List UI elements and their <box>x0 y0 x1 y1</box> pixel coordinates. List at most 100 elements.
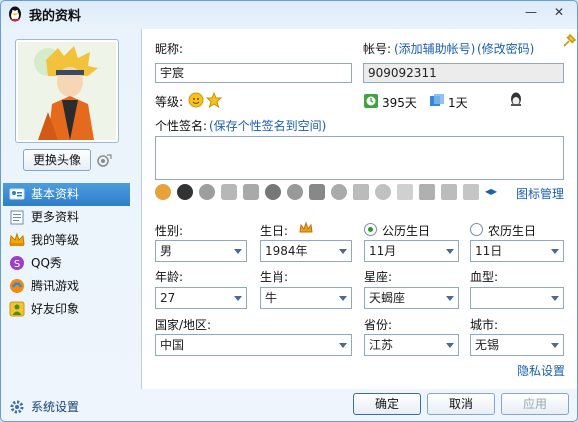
svg-text:S: S <box>14 259 20 270</box>
country-select[interactable]: 中国 <box>155 334 352 356</box>
icon-manage-link[interactable]: 图标管理 <box>516 185 564 202</box>
qq-robot-icon <box>508 91 524 107</box>
constellation-select[interactable]: 天蝎座 <box>364 287 459 309</box>
close-button[interactable]: ✕ <box>551 4 567 20</box>
title-bar: 我的资料 — ✕ <box>1 1 577 29</box>
nav-item-tencent-games[interactable]: 腾讯游戏 <box>3 275 130 298</box>
chevron-down-icon <box>446 343 454 348</box>
chevron-down-icon <box>551 296 559 301</box>
age-select[interactable]: 27 <box>155 287 247 309</box>
scroll-arrows-icon[interactable]: ◂▸ <box>485 184 497 198</box>
chevron-down-icon <box>234 249 242 254</box>
nav-label: 基本资料 <box>31 187 80 201</box>
qq-icon[interactable] <box>177 184 193 200</box>
zodiac-select[interactable]: 牛 <box>260 287 352 309</box>
active-days-icon <box>363 93 379 109</box>
profile-content: 昵称: 帐号: (添加辅助帐号) (修改密码) 宇宸 909092311 等级:… <box>141 29 577 389</box>
constellation-label: 星座: <box>364 270 393 284</box>
city-select[interactable]: 无锡 <box>470 334 564 356</box>
nickname-input[interactable]: 宇宸 <box>155 63 352 83</box>
friend-impression-icon <box>9 301 25 317</box>
nav-item-qq-show[interactable]: S QQ秀 <box>3 252 130 275</box>
mail-icon[interactable] <box>397 184 413 200</box>
account-label: 帐号: <box>363 42 392 56</box>
chevron-down-icon <box>339 343 347 348</box>
penguin-icon[interactable] <box>265 184 281 200</box>
star-level-icon <box>205 91 223 109</box>
active-days: 395天 <box>382 96 417 110</box>
chevron-down-icon <box>446 249 454 254</box>
blood-type-label: 血型: <box>470 270 499 284</box>
chevron-down-icon <box>339 249 347 254</box>
birthday-crown-icon <box>298 220 314 236</box>
chat-icon[interactable] <box>331 184 347 200</box>
nav-item-more-info[interactable]: 更多资料 <box>3 206 130 229</box>
change-avatar-button[interactable]: 更换头像 <box>23 149 91 171</box>
pet-icon[interactable] <box>155 184 171 200</box>
person-card-icon <box>9 186 25 202</box>
minimize-button[interactable]: — <box>523 4 539 20</box>
blood-type-select[interactable] <box>470 287 564 309</box>
nav-label: 好友印象 <box>31 302 80 316</box>
zodiac-value: 牛 <box>265 291 278 305</box>
birth-month-select[interactable]: 11月 <box>364 240 459 262</box>
circle-icon[interactable] <box>375 184 391 200</box>
nav-label: QQ秀 <box>31 256 62 270</box>
nav-item-basic-info[interactable]: 基本资料 <box>3 183 130 206</box>
shield-icon[interactable] <box>221 184 237 200</box>
apply-button[interactable]: 应用 <box>501 393 569 415</box>
login-days-icon <box>429 93 445 109</box>
diamond-icon[interactable] <box>353 184 369 200</box>
chevron-down-icon <box>551 343 559 348</box>
nav-item-friend-impression[interactable]: 好友印象 <box>3 298 130 321</box>
lunar-birthday-radio[interactable] <box>470 223 483 236</box>
camera-icon[interactable] <box>96 152 112 168</box>
birth-day-select[interactable]: 11日 <box>470 240 564 262</box>
p-icon[interactable] <box>309 184 325 200</box>
add-aux-account-link[interactable]: (添加辅助帐号) <box>394 40 475 57</box>
window-title: 我的资料 <box>29 9 82 24</box>
diamond3-icon[interactable] <box>441 184 457 200</box>
cancel-button[interactable]: 取消 <box>427 393 495 415</box>
badge-icon-row: ◂▸ 图标管理 <box>155 184 564 202</box>
chevron-down-icon <box>234 296 242 301</box>
qq-show-icon: S <box>9 255 25 271</box>
ok-button[interactable]: 确定 <box>353 393 421 415</box>
birth-month-value: 11月 <box>369 244 397 258</box>
game-icon <box>9 278 25 294</box>
chevron-down-icon <box>446 296 454 301</box>
pin-icon[interactable] <box>561 33 577 49</box>
age-label: 年龄: <box>155 270 184 284</box>
profile-window: 我的资料 — ✕ 更换头像 基本资料 更多资料 我的等级 S QQ秀 腾讯游戏 … <box>0 0 578 422</box>
signature-input[interactable] <box>155 136 564 180</box>
nav-item-my-level[interactable]: 我的等级 <box>3 229 130 252</box>
gender-select[interactable]: 男 <box>155 240 247 262</box>
solar-birthday-radio[interactable] <box>364 223 377 236</box>
avatar <box>18 42 116 140</box>
province-value: 江苏 <box>369 338 394 352</box>
save-signature-link[interactable]: (保存个性签名到空间) <box>209 117 326 134</box>
province-select[interactable]: 江苏 <box>364 334 459 356</box>
privacy-settings-link[interactable]: 隐私设置 <box>517 362 565 379</box>
diamond4-icon[interactable] <box>463 184 479 200</box>
nickname-label: 昵称: <box>155 42 184 56</box>
gender-label: 性别: <box>155 224 184 238</box>
birth-year-select[interactable]: 1984年 <box>260 240 352 262</box>
nav-label: 我的等级 <box>31 233 80 247</box>
vip-shield-icon[interactable] <box>243 184 259 200</box>
account-field: 909092311 <box>363 63 564 83</box>
gender-value: 男 <box>160 244 173 258</box>
notepad-icon <box>9 209 25 225</box>
diamond2-icon[interactable] <box>419 184 435 200</box>
music-icon[interactable] <box>287 184 303 200</box>
crown-icon <box>9 232 25 248</box>
avatar-frame <box>15 39 119 143</box>
change-password-link[interactable]: (修改密码) <box>477 40 534 57</box>
birthday-label: 生日: <box>260 224 289 238</box>
birth-year-value: 1984年 <box>265 244 308 258</box>
signature-label: 个性签名: <box>155 119 208 133</box>
birth-day-value: 11日 <box>475 244 503 258</box>
heart-icon[interactable] <box>199 184 215 200</box>
qq-penguin-icon <box>6 5 24 23</box>
country-value: 中国 <box>160 338 185 352</box>
